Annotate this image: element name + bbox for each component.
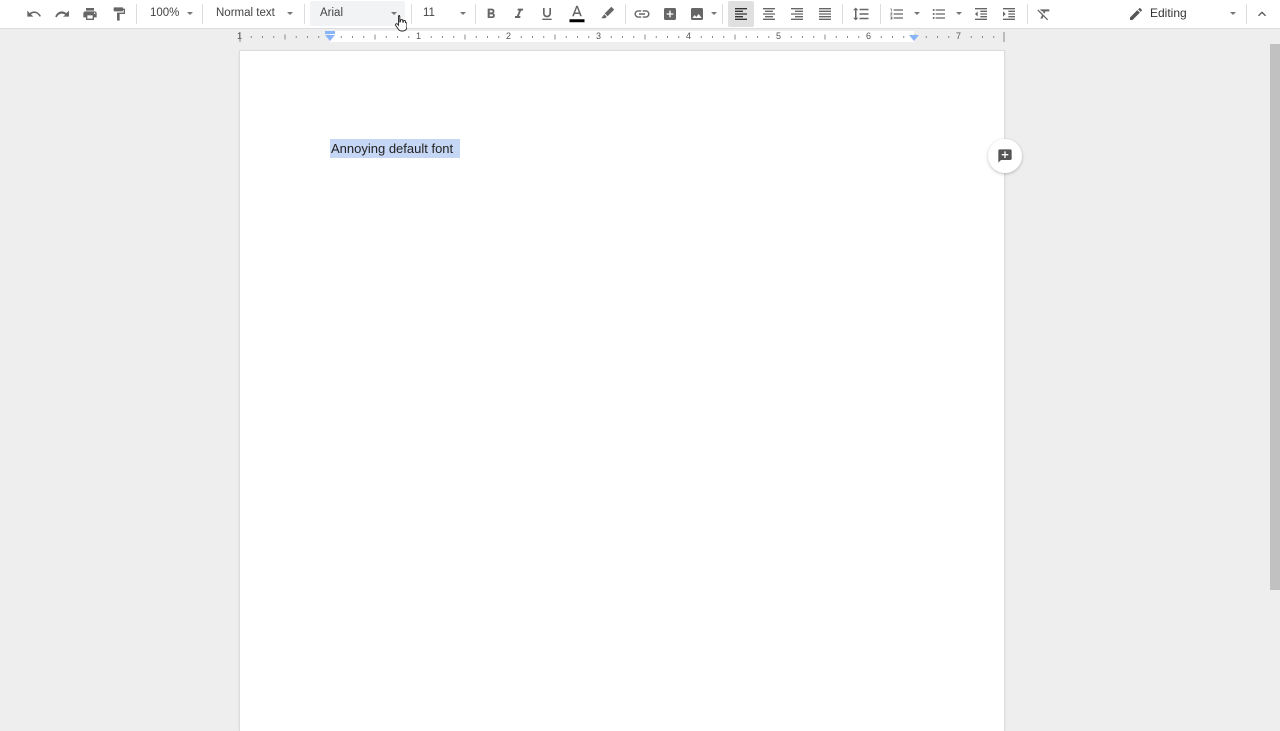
font-size-dropdown-arrow-icon[interactable]: [460, 12, 466, 15]
ruler-number: 5: [776, 31, 782, 41]
align-center-button[interactable]: [758, 0, 780, 28]
clear-formatting-button[interactable]: [1033, 0, 1055, 28]
redo-button[interactable]: [50, 0, 74, 28]
highlight-color-button[interactable]: [596, 0, 618, 28]
bulleted-list-icon: [932, 9, 945, 19]
insert-image-button[interactable]: [686, 0, 708, 28]
toolbar-divider: [842, 4, 843, 24]
link-icon: [634, 10, 650, 18]
toolbar-divider: [722, 4, 723, 24]
toolbar-divider: [475, 4, 476, 24]
image-dropdown-arrow-icon[interactable]: [711, 12, 717, 15]
print-button[interactable]: [78, 0, 102, 28]
editing-mode-dropdown-arrow-icon[interactable]: [1230, 12, 1236, 15]
numbered-list-dropdown-arrow-icon[interactable]: [914, 12, 920, 15]
decrease-indent-icon: [975, 8, 987, 20]
line-spacing-icon: [853, 7, 869, 21]
editing-mode-label[interactable]: Editing: [1150, 0, 1187, 28]
ruler-ticks: [239, 31, 1005, 42]
document-page[interactable]: Annoying default font: [240, 51, 1004, 731]
text-color-button[interactable]: [566, 0, 588, 28]
ruler-number: 4: [686, 31, 692, 41]
zoom-dropdown-arrow-icon[interactable]: [187, 12, 193, 15]
selected-text[interactable]: Annoying default font: [330, 139, 461, 158]
print-icon: [83, 8, 97, 20]
paint-format-button[interactable]: [107, 0, 131, 28]
toolbar-divider: [304, 4, 305, 24]
decrease-indent-button[interactable]: [970, 0, 992, 28]
text-color-icon: [569, 5, 585, 23]
align-center-icon: [763, 8, 775, 20]
align-left-button[interactable]: [730, 0, 752, 28]
document-body[interactable]: Annoying default font: [330, 139, 461, 158]
bold-icon: [487, 8, 495, 18]
ruler-number: 1: [416, 31, 422, 41]
redo-icon: [55, 10, 69, 18]
increase-indent-button[interactable]: [998, 0, 1020, 28]
right-indent-marker-icon[interactable]: [908, 31, 920, 42]
editing-mode-button[interactable]: [1126, 0, 1146, 28]
align-right-icon: [791, 8, 803, 20]
image-icon: [691, 8, 703, 20]
font-size-select[interactable]: 11: [423, 0, 435, 28]
underline-button[interactable]: [536, 0, 558, 28]
toolbar-divider: [1027, 4, 1028, 24]
toolbar: 100% Normal text Arial 11 Editing: [0, 0, 1280, 29]
line-spacing-button[interactable]: [850, 0, 872, 28]
style-select[interactable]: Normal text: [216, 0, 275, 28]
italic-button[interactable]: [508, 0, 530, 28]
add-comment-icon: [664, 8, 676, 20]
numbered-list-button[interactable]: [886, 0, 908, 28]
justify-button[interactable]: [814, 0, 836, 28]
align-right-button[interactable]: [786, 0, 808, 28]
toolbar-divider: [880, 4, 881, 24]
font-select[interactable]: Arial: [320, 0, 343, 28]
clear-formatting-icon: [1037, 9, 1050, 21]
toolbar-divider: [1246, 4, 1247, 24]
insert-link-button[interactable]: [631, 0, 653, 28]
ruler: 1 1 2 3 4 5 6 7: [0, 29, 1280, 44]
hide-menus-button[interactable]: [1252, 0, 1272, 28]
toolbar-divider: [411, 4, 412, 24]
vertical-scrollbar[interactable]: [1270, 44, 1280, 590]
undo-button[interactable]: [22, 0, 46, 28]
left-indent-marker-icon[interactable]: [324, 31, 336, 42]
pencil-icon: [1130, 8, 1142, 20]
ruler-number: 6: [866, 31, 872, 41]
toolbar-divider: [625, 4, 626, 24]
highlighter-icon: [601, 6, 615, 19]
increase-indent-icon: [1003, 8, 1015, 20]
bulleted-list-button[interactable]: [928, 0, 950, 28]
undo-icon: [27, 10, 41, 17]
underline-icon: [542, 8, 552, 20]
ruler-number: 2: [506, 31, 512, 41]
numbered-list-icon: [890, 8, 903, 20]
toolbar-divider: [136, 4, 137, 24]
bulleted-list-dropdown-arrow-icon[interactable]: [956, 12, 962, 15]
add-comment-floating-button[interactable]: [988, 139, 1022, 173]
insert-comment-button[interactable]: [659, 0, 681, 28]
paint-format-icon: [113, 7, 125, 21]
style-dropdown-arrow-icon[interactable]: [287, 12, 293, 15]
ruler-number: 1: [237, 31, 243, 41]
ruler-number: 3: [596, 31, 602, 41]
add-comment-icon: [998, 149, 1012, 163]
align-justify-icon: [819, 8, 831, 20]
hand-cursor-icon: [395, 15, 407, 32]
toolbar-divider: [202, 4, 203, 24]
bold-button[interactable]: [480, 0, 502, 28]
align-left-icon: [735, 8, 747, 20]
chevron-up-icon: [1258, 11, 1266, 17]
italic-icon: [515, 8, 523, 18]
zoom-select[interactable]: 100%: [150, 0, 179, 28]
ruler-number: 7: [956, 31, 962, 41]
